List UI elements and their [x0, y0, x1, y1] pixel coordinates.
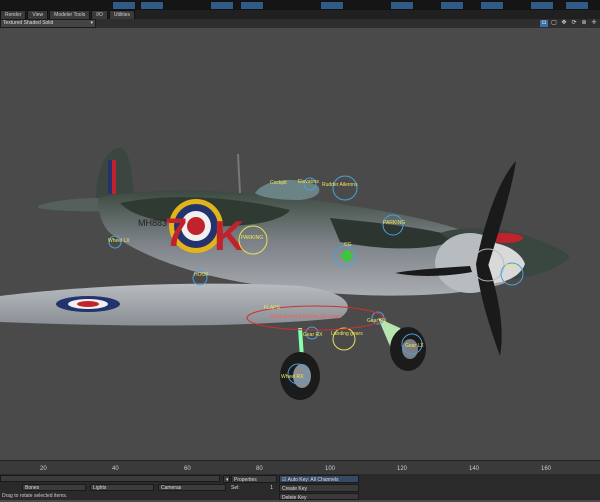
thumbnail[interactable] [320, 1, 344, 10]
current-item-field[interactable] [0, 475, 220, 482]
chevron-down-icon: ▾ [90, 20, 93, 26]
maximize-icon[interactable]: ▢ [550, 20, 558, 27]
create-key-button[interactable]: Create Key [279, 484, 359, 492]
menu-tab-io[interactable]: I/O [91, 9, 108, 20]
3d-viewport[interactable]: 7 K MH883 Cockpit Elevators Rudder Ailer… [0, 28, 600, 460]
cameras-button[interactable]: Cameras [158, 484, 226, 491]
thumbnail[interactable] [210, 1, 234, 10]
rudder-ailerons-label[interactable]: Rudder Ailerons [322, 182, 358, 188]
rotate-icon[interactable]: ⟳ [570, 20, 578, 27]
cg-label[interactable]: CG [344, 242, 352, 248]
sel-row: Sel: 1 [229, 484, 275, 492]
ruler-tick: 20 [40, 466, 47, 472]
ruler-tick: 80 [256, 466, 263, 472]
properties-button[interactable]: Properties [231, 475, 277, 483]
thumbnail[interactable] [440, 1, 464, 10]
thumbnail[interactable] [565, 1, 589, 10]
sel-label: Sel: [231, 485, 240, 491]
auto-key-toggle[interactable]: ☑ Auto Key: All Channels [279, 475, 359, 483]
menu-tab-modeler-tools[interactable]: Modeler Tools [49, 9, 91, 20]
zoom-icon[interactable]: ⊕ [580, 20, 588, 27]
lights-button[interactable]: Lights [90, 484, 154, 491]
camera-icon[interactable]: ◘ [540, 20, 548, 27]
pan-icon[interactable]: ✛ [590, 20, 598, 27]
flaps-label[interactable]: FLAPS [264, 305, 280, 311]
delete-key-button[interactable]: Delete Key [279, 493, 359, 501]
thumbnail[interactable] [480, 1, 504, 10]
dropdown-icon[interactable]: ▾ [223, 475, 230, 483]
thumbnail[interactable] [530, 1, 554, 10]
thumbnail[interactable] [390, 1, 414, 10]
ruler-tick: 60 [184, 466, 191, 472]
cockpit-label[interactable]: Cockpit [270, 180, 287, 186]
auto-key-label: Auto Key: All Channels [287, 477, 339, 483]
status-text: Drag to rotate selected items. [2, 493, 68, 499]
move-icon[interactable]: ✥ [560, 20, 568, 27]
gear-rx-label[interactable]: Gear RX [367, 318, 386, 324]
menu-tab-view[interactable]: View [27, 9, 49, 20]
gear-rx-lower-label[interactable]: Gear RX [303, 332, 322, 338]
thumbnail[interactable] [140, 1, 164, 10]
ruler-tick: 40 [112, 466, 119, 472]
hook-label[interactable]: HOOK [194, 272, 209, 278]
sel-value: 1 [270, 485, 273, 491]
ruler-tick: 160 [541, 466, 552, 472]
spitfire-model: 7 K MH883 [0, 147, 570, 400]
thumbnail[interactable] [240, 1, 264, 10]
bottom-panel: ▾ Properties ☑ Auto Key: All Channels Bo… [0, 474, 600, 501]
flaps-group-label[interactable]: Flaps Ailerons Rudder Elevators [270, 314, 341, 320]
viewport-controls: ◘ ▢ ✥ ⟳ ⊕ ✛ [538, 20, 598, 27]
menu-tab-render[interactable]: Render [0, 9, 27, 20]
ruler-tick: 100 [325, 466, 336, 472]
timeline-ruler[interactable]: 20 40 60 80 100 120 140 160 [0, 460, 600, 475]
gear-lx-label[interactable]: Gear LX [405, 343, 424, 349]
landing-gears-label[interactable]: Landing gears [331, 331, 363, 337]
code-letter-7: 7 [165, 211, 187, 255]
wheel-lx-upper-label[interactable]: Wheel LX [108, 238, 130, 244]
view-mode-label: Textured Shaded Solid [3, 20, 54, 26]
parking-right-label[interactable]: PARKING [383, 220, 405, 226]
view-mode-dropdown[interactable]: Textured Shaded Solid ▾ [0, 19, 96, 28]
wheel-rx-label[interactable]: Wheel RX [281, 374, 304, 380]
serial-number: MH883 [138, 218, 167, 228]
ruler-tick: 120 [397, 466, 408, 472]
parking-left-label[interactable]: PARKING [241, 235, 263, 241]
elevators-label[interactable]: Elevators [298, 179, 319, 185]
bones-button[interactable]: Bones [22, 484, 86, 491]
prop-label[interactable]: Prop [505, 264, 516, 270]
ruler-tick: 140 [469, 466, 480, 472]
window-top-strip [0, 0, 600, 10]
menu-tab-utilities[interactable]: Utilities [108, 9, 135, 20]
